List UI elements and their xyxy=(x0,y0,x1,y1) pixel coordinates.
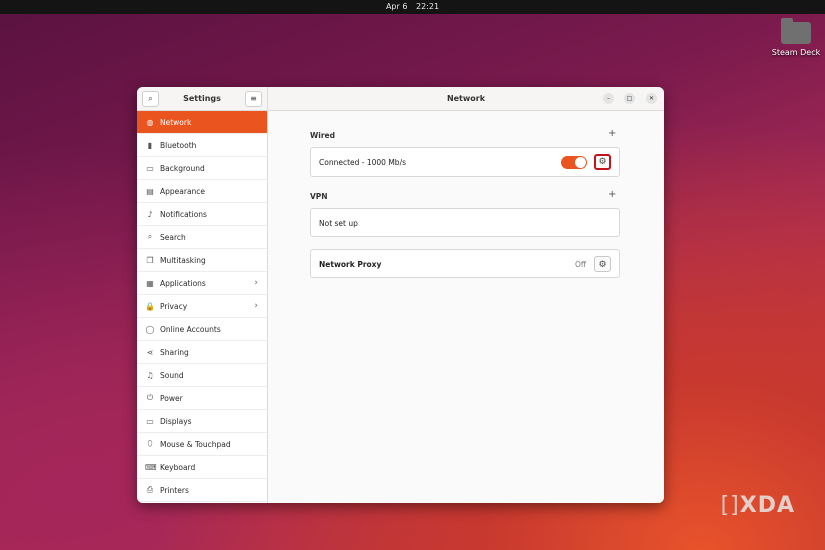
display-icon: ▭ xyxy=(146,416,154,426)
xda-logo-text: XDA xyxy=(739,493,795,518)
sidebar-item-applications[interactable]: ▦ Applications › xyxy=(137,272,267,295)
sidebar-item-sharing[interactable]: ⋖ Sharing xyxy=(137,341,267,364)
wired-connection-card: Connected - 1000 Mb/s ⚙ xyxy=(310,147,620,177)
applications-icon: ▦ xyxy=(146,278,154,288)
add-wired-button[interactable]: + xyxy=(608,128,616,139)
sidebar-item-online-accounts[interactable]: ◯ Online Accounts xyxy=(137,318,267,341)
search-icon: ⌕ xyxy=(147,232,153,241)
power-icon: ⏻ xyxy=(146,393,154,402)
sidebar-item-label: Online Accounts xyxy=(160,324,221,334)
desktop-background: Apr 6 22:21 Steam Deck []XDA ⌕ Settings … xyxy=(0,0,825,550)
sidebar-item-mouse-touchpad[interactable]: ⬯ Mouse & Touchpad xyxy=(137,433,267,456)
network-panel: Network – □ ✕ Wired + Connected - 1000 M… xyxy=(268,87,664,503)
xda-logo-icon: [] xyxy=(720,493,740,518)
topbar-date: Apr 6 xyxy=(385,2,408,11)
sidebar-item-privacy[interactable]: 🔒 Privacy › xyxy=(137,295,267,318)
music-note-icon: ♫ xyxy=(146,370,154,380)
folder-icon xyxy=(781,18,811,44)
sidebar-item-power[interactable]: ⏻ Power xyxy=(137,387,267,410)
top-bar[interactable]: Apr 6 22:21 xyxy=(0,0,825,14)
topbar-time: 22:21 xyxy=(415,2,440,11)
desktop-icon-steam-deck[interactable]: Steam Deck xyxy=(771,18,821,57)
minimize-icon: – xyxy=(607,95,610,102)
proxy-state: Off xyxy=(575,260,587,269)
main-menu-button[interactable]: ≡ xyxy=(245,91,262,107)
vpn-section-label: VPN xyxy=(310,192,328,201)
chevron-right-icon: › xyxy=(254,278,258,288)
close-button[interactable]: ✕ xyxy=(646,93,657,104)
sidebar-item-label: Multitasking xyxy=(160,255,206,265)
sidebar-item-background[interactable]: ▭ Background xyxy=(137,157,267,180)
sidebar-item-label: Notifications xyxy=(160,209,207,219)
sidebar-item-label: Sharing xyxy=(160,347,189,357)
network-proxy-label: Network Proxy xyxy=(319,260,382,269)
sidebar-item-appearance[interactable]: ▤ Appearance xyxy=(137,180,267,203)
sidebar-item-bluetooth[interactable]: ▮ Bluetooth xyxy=(137,134,267,157)
sidebar-list: ◍ Network ▮ Bluetooth ▭ Background ▤ App… xyxy=(137,111,267,502)
sidebar-item-label: Printers xyxy=(160,485,189,495)
add-vpn-button[interactable]: + xyxy=(608,189,616,200)
sidebar-item-label: Appearance xyxy=(160,186,206,196)
multitasking-icon: ❐ xyxy=(146,255,154,265)
vpn-card: Not set up xyxy=(310,208,620,237)
hamburger-menu-icon: ≡ xyxy=(250,94,257,103)
maximize-button[interactable]: □ xyxy=(624,93,635,104)
sidebar-item-label: Displays xyxy=(160,416,192,426)
sidebar-item-multitasking[interactable]: ❐ Multitasking xyxy=(137,249,267,272)
wired-settings-button[interactable]: ⚙ xyxy=(594,154,611,170)
desktop-icon-label: Steam Deck xyxy=(771,48,821,57)
settings-sidebar: ⌕ Settings ≡ ◍ Network ▮ Bluetooth ▭ Bac… xyxy=(137,87,268,503)
chevron-right-icon: › xyxy=(254,301,258,311)
background-icon: ▭ xyxy=(146,163,154,173)
sidebar-item-notifications[interactable]: ♪ Notifications xyxy=(137,203,267,226)
sidebar-item-label: Sound xyxy=(160,370,184,380)
printer-icon: ⎙ xyxy=(146,485,154,494)
network-icon: ◍ xyxy=(146,117,154,127)
sidebar-item-keyboard[interactable]: ⌨ Keyboard xyxy=(137,456,267,479)
sidebar-item-label: Keyboard xyxy=(160,462,196,472)
appearance-icon: ▤ xyxy=(146,186,154,196)
minimize-button[interactable]: – xyxy=(603,93,614,104)
keyboard-icon: ⌨ xyxy=(145,462,157,472)
wired-status: Connected - 1000 Mb/s xyxy=(319,158,406,167)
panel-header: Network – □ ✕ xyxy=(268,87,664,111)
sidebar-header: ⌕ Settings ≡ xyxy=(137,87,267,111)
sidebar-item-label: Privacy xyxy=(160,301,188,311)
xda-watermark: []XDA xyxy=(721,493,795,518)
sidebar-item-printers[interactable]: ⎙ Printers xyxy=(137,479,267,502)
online-accounts-icon: ◯ xyxy=(145,324,155,334)
sidebar-item-label: Network xyxy=(160,117,192,127)
plus-icon: + xyxy=(608,189,617,200)
proxy-settings-button[interactable]: ⚙ xyxy=(594,256,611,272)
bluetooth-icon: ▮ xyxy=(147,140,153,150)
mouse-icon: ⬯ xyxy=(147,439,153,448)
wired-section-label: Wired xyxy=(310,131,335,140)
maximize-icon: □ xyxy=(626,95,633,102)
sidebar-item-label: Bluetooth xyxy=(160,140,197,150)
sidebar-item-network[interactable]: ◍ Network xyxy=(137,111,267,134)
sidebar-item-label: Power xyxy=(160,393,183,403)
gear-icon: ⚙ xyxy=(598,260,607,270)
sidebar-item-sound[interactable]: ♫ Sound xyxy=(137,364,267,387)
sidebar-item-label: Mouse & Touchpad xyxy=(160,439,231,449)
sidebar-item-search[interactable]: ⌕ Search xyxy=(137,226,267,249)
network-proxy-card[interactable]: Network Proxy Off ⚙ xyxy=(310,249,620,278)
sidebar-item-displays[interactable]: ▭ Displays xyxy=(137,410,267,433)
wired-toggle-switch[interactable] xyxy=(561,156,587,169)
settings-window: ⌕ Settings ≡ ◍ Network ▮ Bluetooth ▭ Bac… xyxy=(137,87,664,503)
close-icon: ✕ xyxy=(648,95,655,102)
sidebar-item-label: Search xyxy=(160,232,186,242)
vpn-status: Not set up xyxy=(319,219,358,228)
plus-icon: + xyxy=(608,128,617,139)
share-icon: ⋖ xyxy=(146,347,154,357)
lock-icon: 🔒 xyxy=(145,301,155,311)
toggle-knob xyxy=(575,157,586,168)
sidebar-item-label: Applications xyxy=(160,278,206,288)
sidebar-item-label: Background xyxy=(160,163,205,173)
bell-icon: ♪ xyxy=(147,209,153,219)
gear-icon: ⚙ xyxy=(598,157,607,167)
